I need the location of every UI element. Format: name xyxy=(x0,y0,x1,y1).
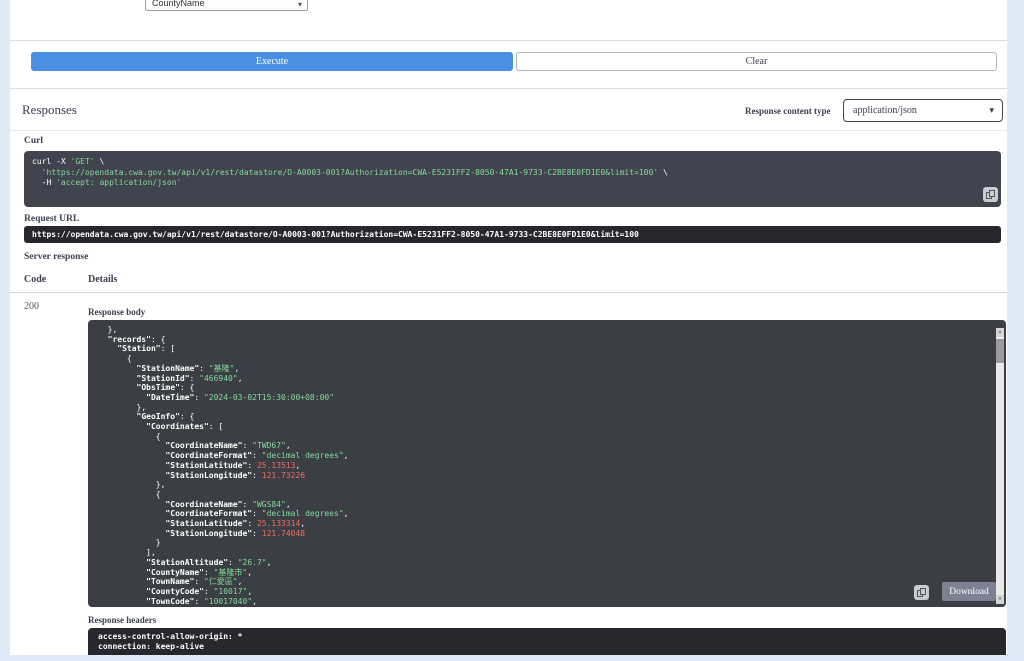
section-divider xyxy=(10,130,1007,131)
response-headers-text: access-control-allow-origin: * connection… xyxy=(98,632,243,651)
scrollbar[interactable]: ▴ ▾ xyxy=(996,328,1004,604)
download-button[interactable]: Download xyxy=(942,582,996,601)
details-column-header: Details xyxy=(88,274,118,285)
county-name-select[interactable]: CountyName ▾ xyxy=(145,0,308,11)
chevron-down-icon: ▾ xyxy=(297,0,302,9)
response-content-type-value: application/json xyxy=(853,105,917,116)
table-header-divider xyxy=(10,292,1007,293)
request-url-value: https://opendata.cwa.gov.tw/api/v1/rest/… xyxy=(24,226,1001,243)
clear-button[interactable]: Clear xyxy=(516,52,997,71)
response-content-type-label: Response content type xyxy=(745,106,831,116)
operation-block: CountyName ▾ Execute Clear Responses Res… xyxy=(10,0,1007,655)
curl-command-text: curl -X 'GET' \ 'https://opendata.cwa.go… xyxy=(32,157,668,187)
copy-icon[interactable] xyxy=(983,187,998,202)
response-headers-heading: Response headers xyxy=(88,615,157,625)
copy-icon-front xyxy=(920,588,926,595)
copy-icon[interactable] xyxy=(914,585,929,600)
scroll-up-icon[interactable]: ▴ xyxy=(996,328,1004,337)
response-body-heading: Response body xyxy=(88,307,146,317)
curl-command-block: curl -X 'GET' \ 'https://opendata.cwa.go… xyxy=(24,151,1001,207)
execute-button[interactable]: Execute xyxy=(31,52,513,71)
copy-icon-front xyxy=(989,190,995,197)
response-headers-block: access-control-allow-origin: * connection… xyxy=(88,628,1006,655)
response-content-type-select[interactable]: application/json ▾ xyxy=(843,99,1003,122)
county-name-select-value: CountyName xyxy=(152,0,205,8)
request-url-heading: Request URL xyxy=(24,214,80,224)
section-divider xyxy=(10,88,1007,89)
server-response-heading: Server response xyxy=(24,252,89,262)
response-body-json: }, "records": { "Station": [ { "StationN… xyxy=(98,325,349,606)
swagger-api-page: { "icons": { "chevron_down": "▾", "scrol… xyxy=(0,0,1024,661)
response-body-block: }, "records": { "Station": [ { "StationN… xyxy=(88,320,1006,607)
section-divider xyxy=(10,40,1007,41)
status-code: 200 xyxy=(24,301,39,312)
curl-heading: Curl xyxy=(24,136,43,146)
scrollbar-thumb[interactable] xyxy=(996,339,1004,363)
responses-title: Responses xyxy=(22,102,77,117)
scroll-down-icon[interactable]: ▾ xyxy=(996,595,1004,604)
code-column-header: Code xyxy=(24,274,47,285)
chevron-down-icon: ▾ xyxy=(989,105,994,115)
